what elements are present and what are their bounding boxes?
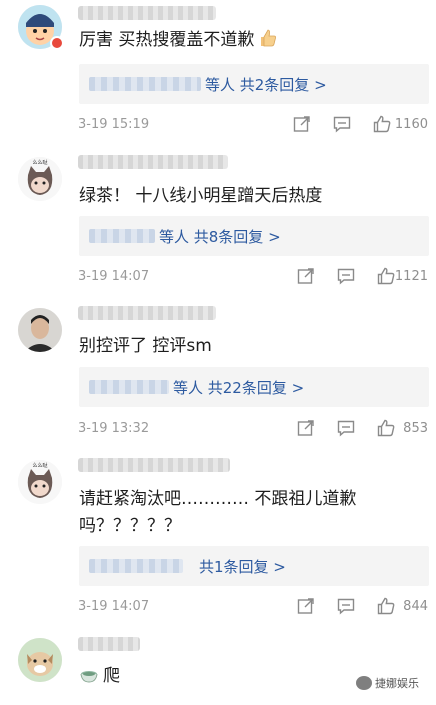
comment-time: 3-19 15:19: [78, 117, 150, 132]
verified-badge-icon: [50, 36, 64, 50]
replier-names-blurred: [89, 229, 155, 243]
share-icon[interactable]: [296, 418, 316, 438]
avatar[interactable]: 么么哒: [18, 460, 62, 504]
share-icon[interactable]: [292, 114, 312, 134]
avatar-label: 么么哒: [32, 462, 47, 469]
wechat-logo-icon: [356, 676, 372, 690]
replies-summary[interactable]: 等人 共22条回复 >: [79, 367, 429, 407]
comment-text-line-1: 请赶紧淘汰吧………… 不跟祖儿道歉: [79, 489, 357, 509]
like-icon[interactable]: [376, 596, 396, 616]
like-count: 853: [403, 421, 428, 436]
comment-time: 3-19 14:07: [78, 599, 150, 614]
avatar-label: 么么哒: [32, 159, 47, 166]
comment-text: 别控评了 控评sm: [79, 336, 212, 356]
watermark-text: 捷娜娱乐: [375, 677, 419, 690]
replier-names-blurred: [89, 77, 201, 91]
comment-icon[interactable]: [336, 266, 356, 286]
share-icon[interactable]: [296, 266, 316, 286]
comment-text-line-2: 吗？？？？？: [79, 516, 181, 536]
username-blurred[interactable]: [78, 155, 228, 169]
like-icon[interactable]: [376, 418, 396, 438]
replies-link[interactable]: 等人 共22条回复 >: [173, 377, 304, 398]
replies-summary[interactable]: 共1条回复 >: [79, 546, 429, 586]
replier-names-blurred: [89, 380, 169, 394]
tea-emoji-icon: [79, 666, 99, 693]
like-count: 844: [403, 599, 428, 614]
replies-summary[interactable]: 等人 共2条回复 >: [79, 64, 429, 104]
replier-names-blurred: [89, 559, 183, 573]
replies-link[interactable]: 共1条回复 >: [199, 556, 286, 577]
comment-text: 厉害 买热搜覆盖不道歉: [79, 27, 418, 57]
replies-link[interactable]: 等人 共2条回复 >: [205, 74, 327, 95]
like-count: 1121: [394, 269, 428, 284]
username-blurred[interactable]: [78, 458, 230, 472]
like-icon[interactable]: [372, 114, 392, 134]
comment-time: 3-19 13:32: [78, 421, 150, 436]
username-blurred[interactable]: [78, 637, 140, 651]
comment-icon[interactable]: [332, 114, 352, 134]
comment-icon[interactable]: [336, 596, 356, 616]
avatar[interactable]: 么么哒: [18, 157, 62, 201]
avatar[interactable]: [18, 308, 62, 352]
like-icon[interactable]: [376, 266, 396, 286]
replies-link[interactable]: 等人 共8条回复 >: [159, 226, 281, 247]
share-icon[interactable]: [296, 596, 316, 616]
comment-text: 绿茶！ 十八线小明星蹭天后热度: [79, 186, 323, 206]
username-blurred[interactable]: [78, 6, 216, 20]
comment-icon[interactable]: [336, 418, 356, 438]
watermark: 捷娜娱乐: [356, 675, 432, 695]
replies-summary[interactable]: 等人 共8条回复 >: [79, 216, 429, 256]
comment-time: 3-19 14:07: [78, 269, 150, 284]
avatar[interactable]: [18, 638, 62, 682]
like-count: 1160: [394, 117, 428, 132]
username-blurred[interactable]: [78, 306, 216, 320]
thumbs-up-emoji-icon: [258, 28, 278, 57]
